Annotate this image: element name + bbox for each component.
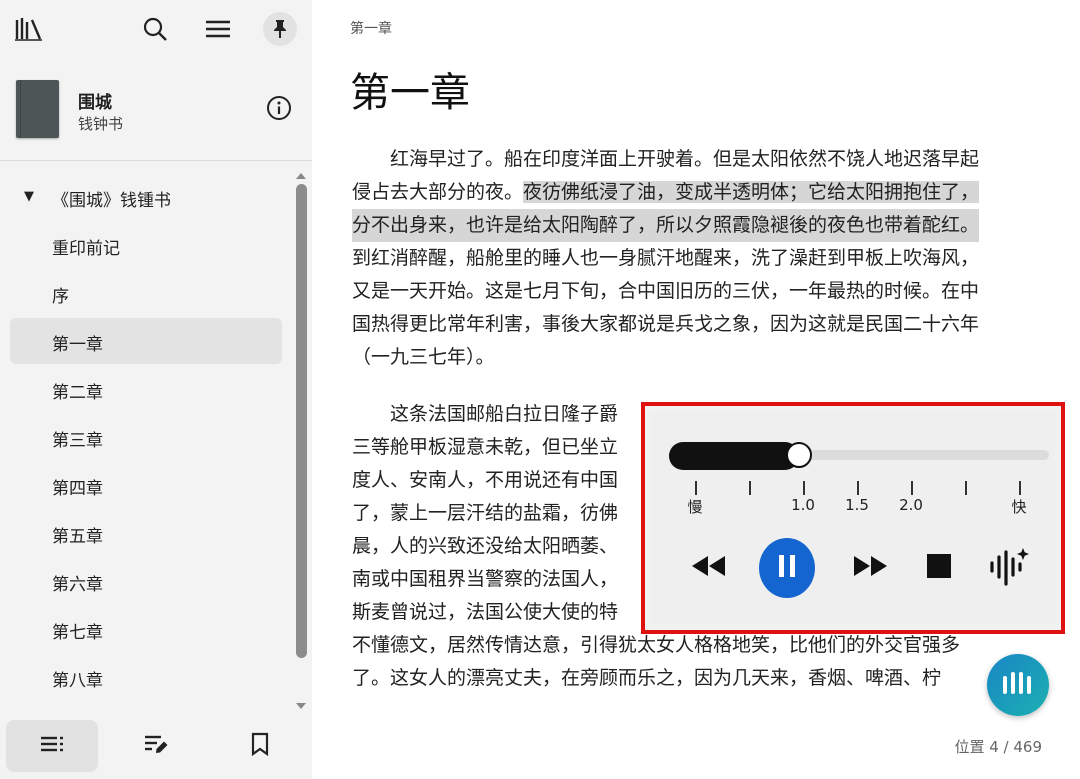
speed-tick <box>695 481 697 495</box>
text-line: 斯麦曾说过，法国公使大使的特 <box>352 601 619 623</box>
toc-item-label: 第六章 <box>52 575 103 595</box>
toc-item-label: 第三章 <box>52 431 103 451</box>
speed-tick <box>857 481 859 495</box>
voice-settings-button[interactable] <box>981 538 1037 598</box>
text-line: 国热得更比常年利害，事後大家都说是兵戈之象，因为这就是民国二十六年 <box>352 313 980 335</box>
highlighted-text[interactable]: 夜彷佛纸浸了油，变成半透明体；它给太阳拥抱住了， <box>523 181 980 203</box>
audio-wave-icon <box>1001 668 1035 702</box>
speed-label-slow: 慢 <box>687 498 703 516</box>
toc-item[interactable]: 序 <box>10 270 282 316</box>
search-icon[interactable] <box>138 12 172 46</box>
tts-panel-body: 慢 1.0 1.5 2.0 快 <box>651 412 1055 624</box>
stop-icon <box>927 554 951 582</box>
text-line: 晨，人的兴致还没给太阳晒萎、 <box>352 535 619 557</box>
speed-tick <box>911 481 913 495</box>
speed-label: 2.0 <box>899 496 923 514</box>
toc-item-label: 序 <box>52 287 69 307</box>
stop-button[interactable] <box>911 538 967 598</box>
toc-item-label: 第四章 <box>52 479 103 499</box>
speed-label: 1.5 <box>845 496 869 514</box>
toc-item-label: 第七章 <box>52 623 103 643</box>
toc-item[interactable]: 第七章 <box>10 606 282 652</box>
book-info: 围城 钱钟书 <box>0 60 312 160</box>
speed-slider-fill <box>669 442 799 470</box>
chapter-title: 第一章 <box>350 70 470 116</box>
toc-item[interactable]: 第六章 <box>10 558 282 604</box>
speed-label: 1.0 <box>791 496 815 514</box>
speed-tick <box>749 481 751 495</box>
rewind-icon <box>691 554 727 582</box>
pin-icon[interactable] <box>263 12 297 46</box>
text-line: 到红消醉醒，船舱里的睡人也一身腻汗地醒来，洗了澡赶到甲板上吹海风， <box>352 247 980 269</box>
toc-item-label: 第八章 <box>52 671 103 691</box>
scroll-down-arrow-icon[interactable] <box>294 696 308 715</box>
running-header: 第一章 <box>350 21 392 37</box>
voice-sparkle-icon <box>987 544 1031 592</box>
text-line: （一九三七年）。 <box>352 346 495 368</box>
menu-icon[interactable] <box>201 12 235 46</box>
toc-item[interactable]: 第四章 <box>10 462 282 508</box>
toc-icon <box>39 735 65 757</box>
bookmarks-tab-button[interactable] <box>214 720 306 772</box>
text-line: 了，蒙上一层汗结的盐霜，彷佛 <box>352 502 619 524</box>
speed-slider-thumb[interactable] <box>786 442 812 468</box>
toc-item-label: 第二章 <box>52 383 103 403</box>
speed-tick <box>803 481 805 495</box>
book-title: 围城 <box>78 93 112 113</box>
book-author: 钱钟书 <box>78 115 124 133</box>
reader-pane[interactable]: 第一章 第一章 红海早过了。船在印度洋面上开驶着。但是太阳依然不饶人地迟落早起 … <box>312 0 1080 779</box>
page-position: 位置 4 / 469 <box>954 738 1042 756</box>
fast-forward-button[interactable] <box>843 538 899 598</box>
text-segment: 侵占去大部分的夜。 <box>352 181 524 203</box>
text-line: 度人、安南人，不用说还有中国 <box>352 469 619 491</box>
text-line: 南或中国租界当警察的法国人， <box>352 568 619 590</box>
sidebar: 围城 钱钟书 ▼ 《围城》钱锺书 重印前记 序 第一章 第二章 第三章 第四章 … <box>0 0 312 779</box>
notes-tab-button[interactable] <box>110 720 202 772</box>
read-aloud-fab[interactable] <box>987 654 1049 716</box>
fast-forward-icon <box>853 554 889 582</box>
toc-item[interactable]: 第三章 <box>10 414 282 460</box>
text-line: 三等舱甲板湿意未乾，但已坐立 <box>352 436 619 458</box>
text-line: 了。这女人的漂亮丈夫，在旁顾而乐之，因为几天来，香烟、啤酒、柠 <box>352 667 942 689</box>
toc-item[interactable]: 第五章 <box>10 510 282 556</box>
speed-tick <box>965 481 967 495</box>
highlighted-text[interactable]: 分不出身来，也许是给太阳陶醉了，所以夕照霞隐褪後的夜色也带着酡红。 <box>352 209 980 242</box>
tts-control-panel: 慢 1.0 1.5 2.0 快 <box>641 402 1065 634</box>
pause-button[interactable] <box>759 538 815 598</box>
toc-item[interactable]: 第二章 <box>10 366 282 412</box>
text-line: 红海早过了。船在印度洋面上开驶着。但是太阳依然不饶人地迟落早起 <box>352 148 980 170</box>
toc-tab-button[interactable] <box>6 720 98 772</box>
scrollbar-thumb[interactable] <box>296 184 307 658</box>
text-line: 侵占去大部分的夜。夜彷佛纸浸了油，变成半透明体；它给太阳拥抱住了， <box>352 176 980 209</box>
toc-item-label: 第五章 <box>52 527 103 547</box>
text-line: 这条法国邮船白拉日隆子爵 <box>352 403 619 425</box>
sidebar-toolbar <box>0 0 312 60</box>
toc-item-book[interactable]: ▼ 《围城》钱锺书 <box>10 174 282 220</box>
notes-icon <box>143 733 169 759</box>
toc-item-selected[interactable]: 第一章 <box>10 318 282 364</box>
divider <box>0 160 312 161</box>
speed-label-fast: 快 <box>1011 498 1027 516</box>
text-line: 又是一天开始。这是七月下旬，合中国旧历的三伏，一年最热的时候。在中 <box>352 280 980 302</box>
scroll-up-arrow-icon[interactable] <box>294 166 308 185</box>
bookmark-icon <box>250 732 270 760</box>
expand-triangle-icon[interactable]: ▼ <box>24 189 34 204</box>
library-icon[interactable] <box>12 12 46 46</box>
toc-item[interactable]: 重印前记 <box>10 222 282 268</box>
book-cover[interactable] <box>16 80 59 138</box>
toc-item-label: 重印前记 <box>52 239 120 259</box>
info-icon[interactable] <box>266 95 292 125</box>
pause-button-circle[interactable] <box>759 538 815 598</box>
speed-tick <box>1019 481 1021 495</box>
rewind-button[interactable] <box>681 538 737 598</box>
toc-item-label: 《围城》钱锺书 <box>52 191 171 211</box>
toc-item-label: 第一章 <box>52 335 103 355</box>
sidebar-bottom-tabs <box>0 714 312 779</box>
toc-item[interactable]: 第八章 <box>10 654 282 700</box>
pause-icon <box>776 553 798 583</box>
